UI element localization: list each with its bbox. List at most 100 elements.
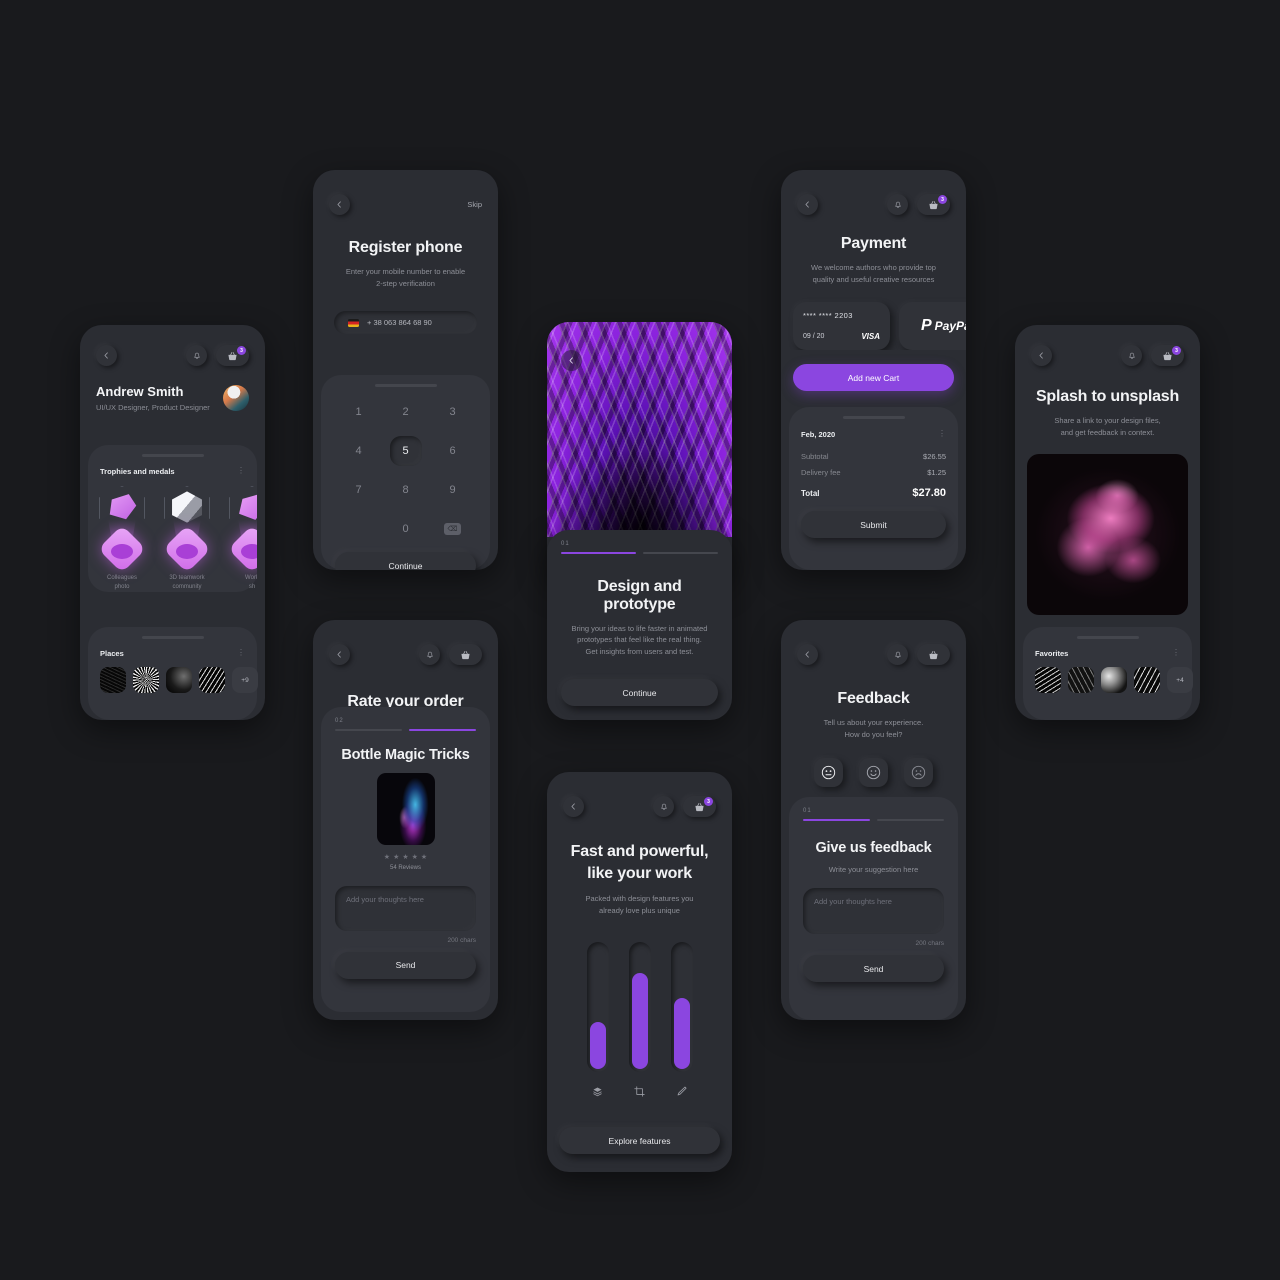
payment-topbar: 3 [781, 170, 966, 215]
slider-layers[interactable] [586, 942, 609, 1102]
bell-icon[interactable] [186, 345, 207, 366]
credit-card-option[interactable]: **** **** 2203 09 / 20 VISA [793, 302, 890, 351]
step-indicator: 02 [321, 707, 490, 731]
step-bar [643, 552, 718, 554]
bell-icon[interactable] [887, 194, 908, 215]
places-more[interactable]: +9 [232, 667, 258, 693]
key-8[interactable]: 8 [382, 475, 429, 505]
favorite-thumb[interactable] [1068, 667, 1094, 693]
features-topbar: 3 [547, 772, 732, 817]
place-thumb[interactable] [166, 667, 192, 693]
favorite-thumb[interactable] [1101, 667, 1127, 693]
back-button[interactable] [563, 796, 584, 817]
back-button[interactable] [561, 350, 582, 371]
star-icon[interactable]: ★ [393, 853, 399, 861]
cart-button[interactable]: 3 [216, 345, 249, 366]
bell-icon[interactable] [653, 796, 674, 817]
avatar[interactable] [223, 385, 249, 411]
trophy-item[interactable]: Worksh [224, 484, 257, 592]
key-0[interactable]: 0 [382, 514, 429, 544]
continue-button[interactable]: Continue [335, 552, 476, 570]
rating-stars[interactable]: ★ ★ ★ ★ ★ [321, 853, 490, 861]
trophies-menu-icon[interactable]: ⋮ [237, 467, 245, 475]
crop-icon[interactable] [634, 1084, 645, 1102]
place-thumb[interactable] [199, 667, 225, 693]
thoughts-textarea[interactable]: Add your thoughts here [335, 885, 476, 931]
slider-crop[interactable] [628, 942, 651, 1102]
layers-icon[interactable] [592, 1084, 603, 1102]
order-menu-icon[interactable]: ⋮ [938, 430, 946, 438]
splash-image[interactable] [1027, 454, 1188, 616]
continue-button[interactable]: Continue [561, 679, 718, 707]
cart-button[interactable]: 3 [917, 194, 950, 215]
key-1[interactable]: 1 [335, 397, 382, 427]
feedback-form-panel: 01 Give us feedback Write your suggestio… [789, 797, 958, 1020]
cart-button[interactable]: 3 [1151, 345, 1184, 366]
bell-icon[interactable] [1121, 345, 1142, 366]
star-icon[interactable]: ★ [421, 853, 427, 861]
splash-subtitle: Share a link to your design files, and g… [1054, 416, 1161, 437]
place-thumb[interactable] [100, 667, 126, 693]
step-indicator: 01 [547, 530, 732, 554]
back-button[interactable] [797, 644, 818, 665]
cart-button[interactable] [917, 644, 950, 665]
backspace-icon: ⌫ [444, 523, 461, 535]
key-7[interactable]: 7 [335, 475, 382, 505]
key-3[interactable]: 3 [429, 397, 476, 427]
star-icon[interactable]: ★ [412, 853, 418, 861]
star-icon[interactable]: ★ [384, 853, 390, 861]
cart-button[interactable]: 3 [683, 796, 716, 817]
favorite-thumb[interactable] [1134, 667, 1160, 693]
register-phone-card: Skip Register phone Enter your mobile nu… [313, 170, 498, 570]
back-button[interactable] [1031, 345, 1052, 366]
back-button[interactable] [329, 194, 350, 215]
basket-icon [461, 650, 470, 659]
back-button[interactable] [329, 644, 350, 665]
skip-button[interactable]: Skip [467, 200, 482, 209]
trophy-item[interactable]: 3D teamwork community [159, 484, 215, 592]
slider-pen[interactable] [670, 942, 693, 1102]
add-new-cart-button[interactable]: Add new Cart [793, 364, 954, 392]
phone-input[interactable]: + 38 063 864 68 90 [334, 311, 477, 335]
submit-button[interactable]: Submit [801, 511, 946, 538]
key-2[interactable]: 2 [382, 397, 429, 427]
back-button[interactable] [96, 345, 117, 366]
star-icon[interactable]: ★ [402, 853, 408, 861]
feedback-form-subtitle: Write your suggestion here [828, 864, 919, 874]
step-bar [335, 729, 402, 731]
bell-icon[interactable] [887, 644, 908, 665]
key-9[interactable]: 9 [429, 475, 476, 505]
bell-icon[interactable] [419, 644, 440, 665]
paypal-option[interactable]: P PayPal [899, 302, 966, 351]
cart-badge: 3 [1172, 346, 1181, 355]
key-5[interactable]: 5 [389, 436, 422, 466]
payment-methods: **** **** 2203 09 / 20 VISA P PayPal [781, 285, 966, 351]
trophy-item[interactable]: Colleagues photo [94, 484, 150, 592]
features-card: 3 Fast and powerful, like your work Pack… [547, 772, 732, 1172]
trophy-label: Worksh [245, 575, 257, 590]
favorites-menu-icon[interactable]: ⋮ [1172, 649, 1180, 657]
neutral-face-icon[interactable] [814, 758, 843, 788]
place-thumb[interactable] [133, 667, 159, 693]
key-6[interactable]: 6 [429, 436, 476, 466]
frowning-face-icon[interactable] [904, 758, 933, 788]
product-image[interactable] [376, 772, 435, 845]
cart-badge: 3 [237, 346, 246, 355]
favorites-more[interactable]: +4 [1167, 667, 1193, 693]
register-title: Register phone [348, 239, 463, 256]
suggestion-textarea[interactable]: Add your thoughts here [803, 888, 944, 935]
send-button[interactable]: Send [335, 951, 476, 979]
explore-features-button[interactable]: Explore features [559, 1127, 720, 1154]
pen-icon[interactable] [676, 1084, 687, 1102]
places-thumbs: +9 [88, 658, 258, 693]
profile-topbar: 3 [80, 325, 265, 366]
key-4[interactable]: 4 [335, 436, 382, 466]
key-backspace[interactable]: ⌫ [429, 514, 476, 544]
smiling-face-icon[interactable] [859, 758, 888, 788]
send-button[interactable]: Send [803, 955, 944, 983]
cart-button[interactable] [449, 644, 482, 665]
places-menu-icon[interactable]: ⋮ [237, 649, 245, 657]
favorite-thumb[interactable] [1035, 667, 1061, 693]
back-button[interactable] [797, 194, 818, 215]
step-number: 01 [803, 808, 812, 814]
